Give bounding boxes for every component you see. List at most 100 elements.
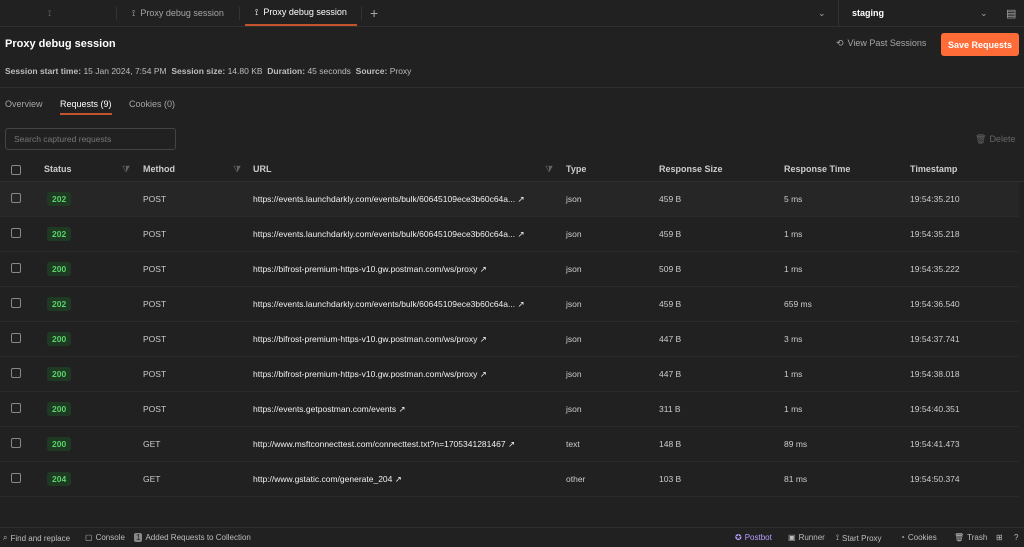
timestamp: 19:54:35.218 bbox=[910, 229, 960, 239]
cookies-button[interactable]: ◔ Cookies bbox=[900, 533, 937, 542]
row-checkbox[interactable] bbox=[11, 228, 21, 238]
status-badge: 200 bbox=[47, 262, 72, 276]
tab-overview[interactable]: Overview bbox=[5, 99, 43, 109]
response-size: 459 B bbox=[659, 299, 682, 309]
url-link[interactable]: https://events.launchdarkly.com/events/b… bbox=[253, 194, 525, 205]
filter-icon[interactable]: ⧩ bbox=[233, 164, 241, 175]
page-title: Proxy debug session bbox=[5, 38, 116, 50]
tab-0[interactable]: ⟟ bbox=[48, 0, 56, 26]
external-link-icon: ↗ bbox=[507, 439, 516, 449]
url-link[interactable]: https://events.launchdarkly.com/events/b… bbox=[253, 299, 525, 310]
url-link[interactable]: http://www.msftconnecttest.com/connectte… bbox=[253, 439, 515, 450]
status-badge: 200 bbox=[47, 332, 72, 346]
tab-requests[interactable]: Requests (9) bbox=[60, 99, 112, 115]
url-link[interactable]: http://www.gstatic.com/generate_204 ↗ bbox=[253, 474, 402, 485]
column-response-time[interactable]: Response Time bbox=[784, 164, 850, 174]
row-checkbox[interactable] bbox=[11, 438, 21, 448]
type: json bbox=[566, 334, 582, 344]
row-checkbox[interactable] bbox=[11, 403, 21, 413]
view-past-sessions-button[interactable]: ⟲ View Past Sessions bbox=[836, 38, 926, 49]
method: POST bbox=[143, 404, 167, 414]
table-row[interactable]: 200 POST https://bifrost-premium-https-v… bbox=[0, 322, 1019, 357]
timestamp: 19:54:37.741 bbox=[910, 334, 960, 344]
environment-chevron-icon[interactable]: ⌄ bbox=[980, 0, 988, 26]
row-checkbox[interactable] bbox=[11, 368, 21, 378]
table-row[interactable]: 200 POST https://bifrost-premium-https-v… bbox=[0, 252, 1019, 287]
new-tab-button[interactable]: + bbox=[370, 0, 378, 26]
external-link-icon: ↗ bbox=[517, 299, 525, 309]
column-method[interactable]: Method bbox=[143, 164, 175, 174]
filter-icon[interactable]: ⧩ bbox=[545, 164, 553, 175]
table-row[interactable]: 200 GET http://www.msftconnecttest.com/c… bbox=[0, 427, 1019, 462]
history-icon: ⟲ bbox=[836, 38, 844, 48]
method: POST bbox=[143, 229, 167, 239]
response-size: 459 B bbox=[659, 194, 682, 204]
postbot-icon: ✪ bbox=[735, 533, 742, 542]
status-badge: 202 bbox=[47, 297, 72, 311]
url-link[interactable]: https://events.getpostman.com/events ↗ bbox=[253, 404, 406, 415]
runner-button[interactable]: ▣ Runner bbox=[788, 533, 825, 542]
postbot-button[interactable]: ✪ Postbot bbox=[735, 533, 772, 542]
table-row[interactable]: 202 POST https://events.launchdarkly.com… bbox=[0, 217, 1019, 252]
response-size: 447 B bbox=[659, 369, 682, 379]
console-icon: ▢ bbox=[85, 533, 93, 542]
timestamp: 19:54:35.210 bbox=[910, 194, 960, 204]
layout-icon[interactable]: ⊞ bbox=[996, 533, 1003, 542]
external-link-icon: ↗ bbox=[394, 474, 402, 484]
proxy-icon: ⟟ bbox=[836, 533, 839, 542]
external-link-icon: ↗ bbox=[479, 264, 487, 274]
status-badge: 200 bbox=[47, 402, 72, 416]
response-size: 447 B bbox=[659, 334, 682, 344]
environment-quick-look-icon[interactable]: ▤ bbox=[1006, 0, 1016, 26]
filter-icon[interactable]: ⧩ bbox=[122, 164, 130, 175]
table-row[interactable]: 204 GET http://www.gstatic.com/generate_… bbox=[0, 462, 1019, 497]
proxy-icon: ⟟ bbox=[255, 6, 259, 17]
save-requests-button[interactable]: Save Requests bbox=[941, 33, 1019, 56]
trash-icon: 🗑 bbox=[975, 134, 987, 144]
column-type[interactable]: Type bbox=[566, 164, 586, 174]
url-link[interactable]: https://events.launchdarkly.com/events/b… bbox=[253, 229, 525, 240]
count-badge: 1 bbox=[134, 533, 143, 542]
runner-icon: ▣ bbox=[788, 533, 796, 542]
row-checkbox[interactable] bbox=[11, 473, 21, 483]
start-proxy-button[interactable]: ⟟ Start Proxy bbox=[836, 533, 882, 543]
tab-2[interactable]: ⟟ Proxy debug session bbox=[245, 0, 357, 26]
tab-cookies[interactable]: Cookies (0) bbox=[129, 99, 175, 109]
search-input[interactable] bbox=[5, 128, 176, 150]
column-url[interactable]: URL bbox=[253, 164, 272, 174]
row-checkbox[interactable] bbox=[11, 298, 21, 308]
tab-1[interactable]: ⟟ Proxy debug session bbox=[132, 0, 224, 26]
table-row[interactable]: 202 POST https://events.launchdarkly.com… bbox=[0, 287, 1019, 322]
added-requests-button[interactable]: 1 Added Requests to Collection bbox=[134, 533, 251, 542]
row-checkbox[interactable] bbox=[11, 333, 21, 343]
response-time: 81 ms bbox=[784, 474, 808, 484]
url-link[interactable]: https://bifrost-premium-https-v10.gw.pos… bbox=[253, 334, 487, 345]
find-replace-button[interactable]: ⌕ Find and replace bbox=[3, 533, 70, 543]
external-link-icon: ↗ bbox=[517, 194, 525, 204]
row-checkbox[interactable] bbox=[11, 263, 21, 273]
response-time: 1 ms bbox=[784, 369, 803, 379]
method: GET bbox=[143, 474, 161, 484]
table-row[interactable]: 200 POST https://bifrost-premium-https-v… bbox=[0, 357, 1019, 392]
trash-button[interactable]: 🗑 Trash bbox=[954, 533, 987, 542]
timestamp: 19:54:40.351 bbox=[910, 404, 960, 414]
table-row[interactable]: 200 POST https://events.getpostman.com/e… bbox=[0, 392, 1019, 427]
column-timestamp[interactable]: Timestamp bbox=[910, 164, 957, 174]
url-link[interactable]: https://bifrost-premium-https-v10.gw.pos… bbox=[253, 369, 487, 380]
response-time: 659 ms bbox=[784, 299, 812, 309]
console-button[interactable]: ▢ Console bbox=[85, 533, 125, 542]
status-badge: 200 bbox=[47, 437, 72, 451]
proxy-icon: ⟟ bbox=[48, 7, 52, 18]
url-link[interactable]: https://bifrost-premium-https-v10.gw.pos… bbox=[253, 264, 487, 275]
table-row[interactable]: 202 POST https://events.launchdarkly.com… bbox=[0, 182, 1019, 217]
response-time: 1 ms bbox=[784, 404, 803, 414]
environment-select[interactable]: staging bbox=[852, 0, 884, 26]
help-icon[interactable]: ? bbox=[1014, 533, 1018, 542]
select-all-checkbox[interactable] bbox=[11, 165, 21, 175]
delete-button[interactable]: 🗑 Delete bbox=[975, 134, 1015, 145]
row-checkbox[interactable] bbox=[11, 193, 21, 203]
column-status[interactable]: Status bbox=[44, 164, 72, 174]
column-response-size[interactable]: Response Size bbox=[659, 164, 723, 174]
tabs-dropdown-chevron-icon[interactable]: ⌄ bbox=[818, 0, 826, 26]
timestamp: 19:54:38.018 bbox=[910, 369, 960, 379]
